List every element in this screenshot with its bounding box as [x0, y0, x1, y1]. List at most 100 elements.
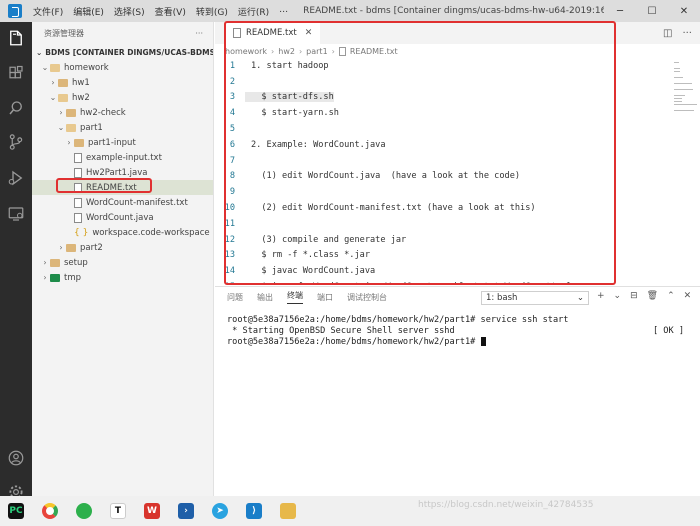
tree-item[interactable]: › hw1: [32, 75, 213, 90]
close-panel-icon[interactable]: ✕: [684, 291, 692, 301]
panel-actions: + ⌄ ⊟ 🗑 ⌃ ✕: [597, 291, 700, 301]
powershell-icon[interactable]: ›: [178, 503, 194, 519]
tree-item-label: example-input.txt: [86, 152, 162, 163]
tree-item[interactable]: ⌄ hw2: [32, 90, 213, 105]
more-actions-icon[interactable]: ···: [682, 28, 692, 39]
terminal-line: * Starting OpenBSD Secure Shell server s…: [227, 326, 692, 337]
minimap[interactable]: [671, 58, 700, 284]
menu-item[interactable]: …: [274, 5, 293, 18]
tree-item[interactable]: { } workspace.code-workspace: [32, 225, 213, 240]
tree-item-label: Hw2Part1.java: [86, 167, 148, 178]
tab-problems[interactable]: 问题: [227, 292, 243, 303]
code-line: 9: [215, 184, 251, 200]
tab-close-icon[interactable]: ✕: [305, 28, 313, 38]
code-line: 2: [215, 74, 251, 90]
menu-item[interactable]: 编辑(E): [68, 5, 109, 18]
tab-terminal[interactable]: 终端: [287, 290, 303, 304]
menu-item[interactable]: 查看(V): [150, 5, 191, 18]
line-number: 12: [224, 234, 235, 245]
tree-item-label: part2: [80, 242, 103, 253]
terminal-text: * Starting OpenBSD Secure Shell server s…: [227, 326, 455, 336]
line-number: 4: [229, 108, 235, 119]
minimap-line: [674, 104, 697, 105]
tab-output[interactable]: 输出: [257, 292, 273, 303]
chrome-icon[interactable]: [42, 503, 58, 519]
text-file-icon: [233, 28, 241, 38]
editor-actions: ◫ ···: [653, 28, 700, 39]
breadcrumb-item[interactable]: README.txt: [350, 47, 398, 56]
close-icon[interactable]: ✕: [668, 0, 700, 22]
menu-item[interactable]: 文件(F): [28, 5, 68, 18]
folder-icon: [58, 78, 68, 87]
highlight-box-readme: [56, 178, 152, 193]
tab-readme[interactable]: README.txt ✕: [225, 22, 321, 44]
menu-item[interactable]: 运行(R): [233, 5, 274, 18]
tree-item[interactable]: example-input.txt: [32, 150, 213, 165]
split-terminal-icon[interactable]: ⊟: [630, 291, 638, 301]
tab-debug-console[interactable]: 调试控制台: [347, 292, 387, 303]
tree-item[interactable]: ⌄ part1: [32, 120, 213, 135]
tab-label: README.txt: [246, 28, 297, 38]
window-title: README.txt - bdms [Container dingms/ucas…: [303, 6, 604, 16]
terminal-dropdown-icon[interactable]: ⌄: [614, 291, 622, 301]
wechat-icon[interactable]: [76, 503, 92, 519]
minimap-line: [674, 110, 694, 111]
line-number: 11: [224, 218, 235, 229]
tree-item-label: hw1: [72, 77, 90, 88]
java-file-icon: [74, 167, 82, 178]
breadcrumb-item[interactable]: part1: [306, 47, 328, 56]
maximize-panel-icon[interactable]: ⌃: [667, 291, 675, 301]
menu-item[interactable]: 转到(G): [191, 5, 233, 18]
breadcrumb-item[interactable]: hw2: [278, 47, 295, 56]
breadcrumb-item[interactable]: homework: [225, 47, 267, 56]
account-icon[interactable]: [0, 442, 32, 474]
tree-item[interactable]: WordCount-manifest.txt: [32, 195, 213, 210]
code-line: 3 $ start-dfs.sh: [215, 90, 334, 106]
explorer-header: 资源管理器 ···: [32, 22, 213, 44]
tree-item[interactable]: › part1-input: [32, 135, 213, 150]
workspace-section-header[interactable]: ⌄ BDMS [CONTAINER DINGMS/UCAS-BDMS-H...: [32, 44, 213, 60]
tab-ports[interactable]: 端口: [317, 292, 333, 303]
code-editor[interactable]: 1 1. start hadoop 2 3 $ start-dfs.sh 4 $ sta…: [215, 58, 685, 284]
terminal-output[interactable]: root@5e38a7156e2a:/home/bdms/homework/hw…: [227, 315, 692, 348]
source-control-icon[interactable]: [0, 126, 32, 158]
tree-item[interactable]: ⌄ homework: [32, 60, 213, 75]
maximize-icon[interactable]: ☐: [636, 0, 668, 22]
search-icon[interactable]: [0, 92, 32, 124]
trash-icon[interactable]: 🗑: [647, 291, 658, 301]
line-number: 6: [229, 139, 235, 150]
remote-explorer-icon[interactable]: [0, 198, 32, 230]
line-text: $ jar cfm WordCount.jar WordCount-manife…: [245, 282, 587, 284]
tree-item[interactable]: › tmp: [32, 270, 213, 285]
tree-item[interactable]: › hw2-check: [32, 105, 213, 120]
split-editor-icon[interactable]: ◫: [663, 28, 672, 39]
terminal-select[interactable]: 1: bash ⌄: [481, 291, 589, 305]
minimap-line: [674, 62, 679, 63]
tree-item-label: part1-input: [88, 137, 136, 148]
folder-icon: [66, 243, 76, 252]
telegram-icon[interactable]: ➤: [212, 503, 228, 519]
line-number: 13: [224, 250, 235, 261]
more-actions-icon[interactable]: ···: [195, 29, 203, 38]
menu-item[interactable]: 选择(S): [109, 5, 150, 18]
typora-icon[interactable]: T: [110, 503, 126, 519]
explorer-icon[interactable]: [0, 22, 32, 54]
vscode-taskbar-icon[interactable]: ⟩: [246, 503, 262, 519]
wps-icon[interactable]: W: [144, 503, 160, 519]
run-debug-icon[interactable]: [0, 162, 32, 194]
tree-item[interactable]: WordCount.java: [32, 210, 213, 225]
tree-item[interactable]: › part2: [32, 240, 213, 255]
extensions-icon[interactable]: [0, 58, 32, 90]
minimap-line: [674, 89, 693, 90]
new-terminal-icon[interactable]: +: [597, 291, 605, 301]
code-line: 15 $ jar cfm WordCount.jar WordCount-man…: [215, 279, 588, 284]
terminal-line: root@5e38a7156e2a:/home/bdms/homework/hw…: [227, 337, 692, 348]
java-file-icon: [74, 212, 82, 223]
pycharm-icon[interactable]: PC: [8, 503, 24, 519]
title-bar: 文件(F) 编辑(E) 选择(S) 查看(V) 转到(G) 运行(R)… README.t…: [0, 0, 700, 22]
minimize-icon[interactable]: ─: [604, 0, 636, 22]
file-explorer-icon[interactable]: [280, 503, 296, 519]
tree-item[interactable]: › setup: [32, 255, 213, 270]
line-text: (1) edit WordCount.java (have a look at …: [251, 171, 521, 182]
terminal-text: root@5e38a7156e2a:/home/bdms/homework/hw…: [227, 337, 481, 347]
